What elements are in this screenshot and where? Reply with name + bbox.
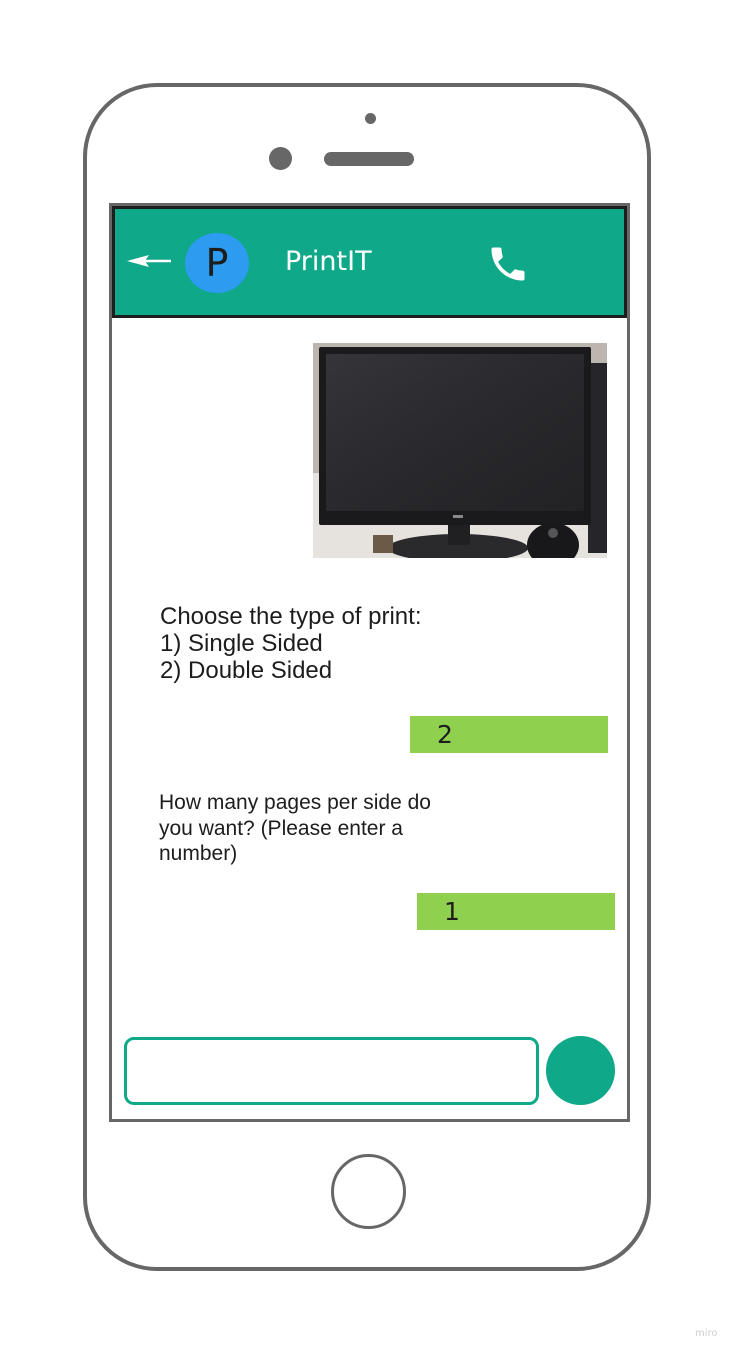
send-button[interactable] xyxy=(546,1036,615,1105)
shared-photo[interactable] xyxy=(313,343,607,558)
earpiece-speaker xyxy=(324,152,414,166)
phone-screen: P PrintIT Choose the type of print: 1) S… xyxy=(109,203,630,1122)
chat-title: PrintIT xyxy=(285,246,372,277)
proximity-sensor xyxy=(365,113,376,124)
photo-of-monitor xyxy=(313,343,607,558)
bot-message-pages-per-side: How many pages per side do you want? (Pl… xyxy=(159,791,431,865)
home-button[interactable] xyxy=(331,1154,406,1229)
chat-header: P PrintIT xyxy=(112,206,627,318)
message-input[interactable] xyxy=(124,1037,539,1105)
front-camera xyxy=(269,147,292,170)
avatar[interactable]: P xyxy=(185,233,249,293)
user-reply-bubble: 2 xyxy=(410,716,608,753)
back-arrow-icon[interactable] xyxy=(127,251,173,271)
bot-message-print-type: Choose the type of print: 1) Single Side… xyxy=(160,603,422,684)
phone-call-icon[interactable] xyxy=(486,242,530,286)
user-reply-bubble: 1 xyxy=(417,893,615,930)
miro-watermark: miro xyxy=(695,1328,718,1339)
